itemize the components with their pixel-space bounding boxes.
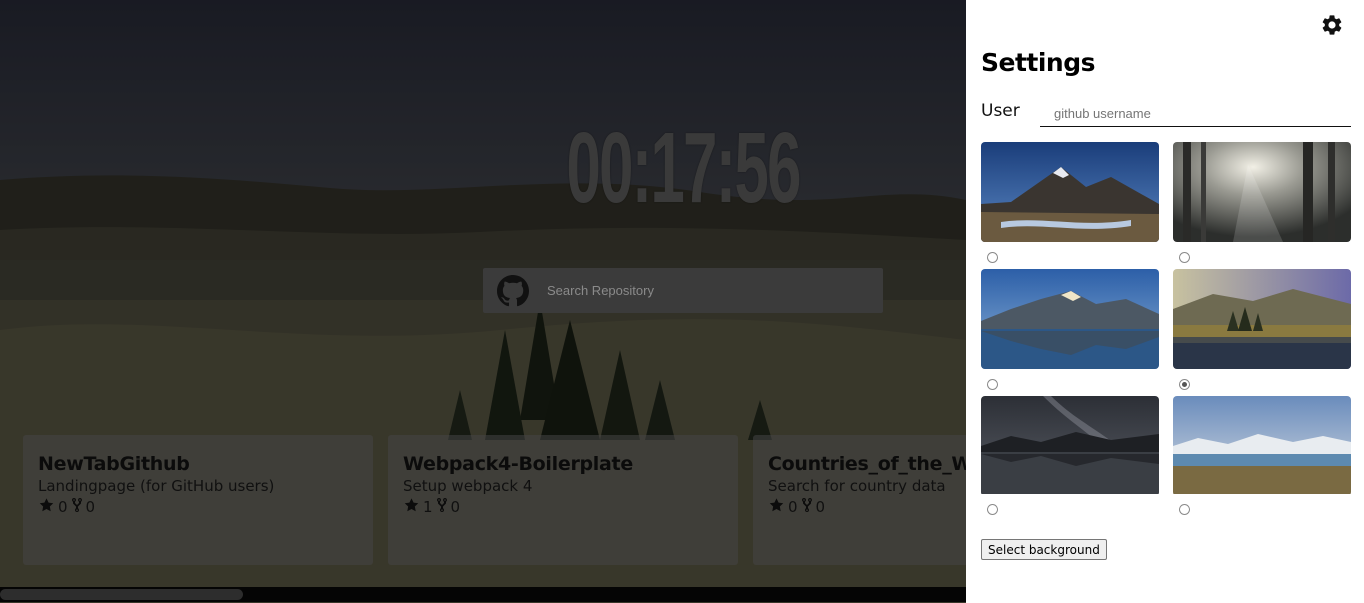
select-background-button[interactable]: Select background — [981, 539, 1107, 560]
background-thumbnail[interactable] — [981, 142, 1159, 242]
background-option — [1173, 396, 1351, 515]
gear-icon[interactable] — [1320, 13, 1344, 37]
clock-display: 00:17:56 — [566, 112, 801, 224]
repo-name: NewTabGithub — [38, 453, 190, 475]
star-icon — [768, 497, 785, 517]
background-thumbnail[interactable] — [1173, 396, 1351, 496]
repo-card[interactable]: Webpack4-Boilerplate Setup webpack 4 1 0 — [388, 435, 738, 565]
repo-stats: 0 0 — [38, 497, 358, 517]
background-option — [1173, 142, 1351, 263]
background-thumbnail[interactable] — [1173, 269, 1351, 369]
search-input[interactable] — [547, 274, 867, 306]
background-option — [981, 396, 1159, 515]
star-count: 0 — [788, 498, 798, 516]
repo-description: Search for country data — [768, 477, 946, 495]
user-label: User — [981, 101, 1020, 121]
repo-name: Countries_of_the_World — [768, 453, 966, 475]
background-radio[interactable] — [1179, 252, 1190, 263]
repo-stats: 0 0 — [768, 497, 966, 517]
repo-card[interactable]: Countries_of_the_World Search for countr… — [753, 435, 966, 565]
fork-count: 0 — [450, 498, 461, 516]
scrollbar-thumb[interactable] — [0, 589, 243, 600]
background-radio[interactable] — [987, 504, 998, 515]
background-radio[interactable] — [1179, 504, 1190, 515]
fork-icon — [436, 497, 448, 517]
star-count: 1 — [423, 498, 433, 516]
star-count: 0 — [58, 498, 68, 516]
star-icon — [38, 497, 55, 517]
github-icon — [497, 275, 529, 307]
background-thumbnail[interactable] — [1173, 142, 1351, 242]
background-radio-selected[interactable] — [1179, 379, 1190, 390]
repo-stats: 1 0 — [403, 497, 723, 517]
background-option — [1173, 269, 1351, 390]
background-thumbnail[interactable] — [981, 396, 1159, 496]
star-icon — [403, 497, 420, 517]
repo-list: NewTabGithub Landingpage (for GitHub use… — [23, 435, 966, 565]
search-bar — [483, 268, 883, 313]
settings-panel: Settings User github username Select bac… — [966, 0, 1364, 603]
github-username-input[interactable] — [1040, 101, 1351, 127]
repo-card[interactable]: NewTabGithub Landingpage (for GitHub use… — [23, 435, 373, 565]
background-option — [981, 269, 1159, 390]
settings-title: Settings — [981, 48, 1096, 77]
background-option — [981, 142, 1159, 263]
repo-name: Webpack4-Boilerplate — [403, 453, 633, 475]
background-thumbnail[interactable] — [981, 269, 1159, 369]
horizontal-scrollbar[interactable] — [0, 587, 966, 602]
fork-icon — [71, 497, 83, 517]
background-radio[interactable] — [987, 379, 998, 390]
fork-icon — [801, 497, 813, 517]
fork-count: 0 — [85, 498, 96, 516]
background-radio[interactable] — [987, 252, 998, 263]
repo-description: Setup webpack 4 — [403, 477, 533, 495]
repo-description: Landingpage (for GitHub users) — [38, 477, 275, 495]
fork-count: 0 — [815, 498, 826, 516]
